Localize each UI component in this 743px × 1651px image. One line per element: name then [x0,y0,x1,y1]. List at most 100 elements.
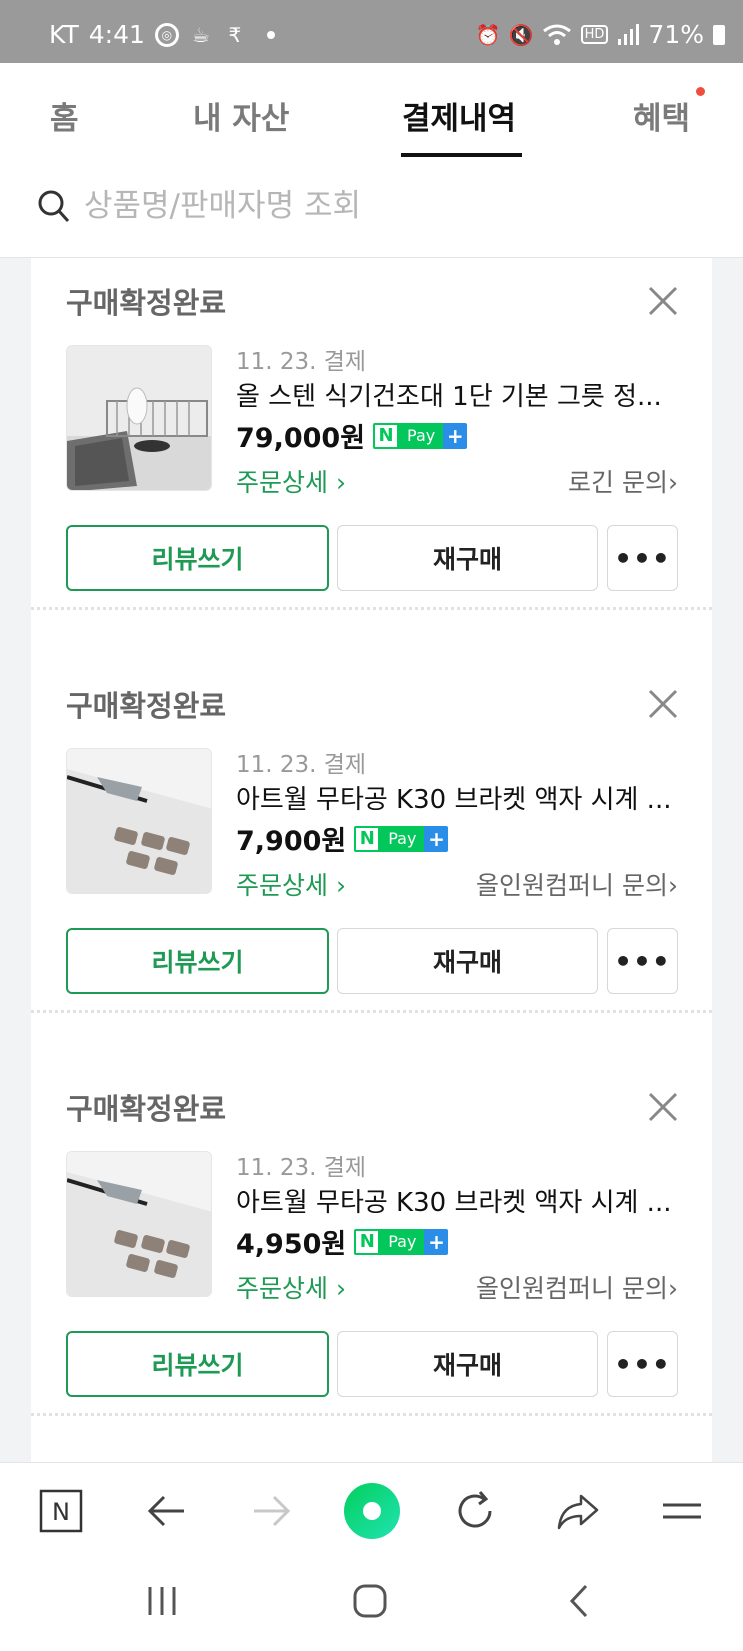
search-input[interactable] [84,182,684,230]
npay-label: Pay [399,422,444,449]
chevron-right-icon: › [335,1274,346,1303]
more-options-button[interactable]: ••• [607,928,678,994]
order-status: 구매확정완료 [66,1092,227,1126]
product-title[interactable]: 아트월 무타공 K30 브라켓 액자 시계 ... [236,779,676,816]
product-title[interactable]: 아트월 무타공 K30 브라켓 액자 시계 ... [236,1182,676,1219]
order-detail-link[interactable]: 주문상세 › [236,1269,346,1305]
price-line: 4,950원 N Pay + [236,1222,449,1261]
product-image-bracket[interactable] [66,1151,212,1297]
active-tab-indicator [401,153,522,157]
chevron-right-icon: › [335,468,346,497]
chevron-right-icon: › [335,871,346,900]
top-tab-bar: 홈 내 자산 결제내역 혜택 [0,63,743,158]
write-review-button[interactable]: 리뷰쓰기 [66,525,329,591]
notification-dot-icon [266,30,275,39]
svg-text:N: N [52,1498,70,1526]
order-card: 구매확정완료 11. 23. 결제 올 스텐 식기건조대 1단 기본 그릇 정.… [31,258,712,660]
share-icon[interactable] [555,1488,601,1534]
back-arrow-icon[interactable] [144,1488,190,1534]
order-date: 11. 23. 결제 [236,752,367,778]
alarm-icon: ⏰ [475,22,501,47]
product-price: 7,900원 [236,826,347,857]
order-detail-link[interactable]: 주문상세 › [236,866,346,902]
product-image-dish-rack[interactable] [66,345,212,491]
product-price: 79,000원 [236,423,366,454]
seller-inquiry-link[interactable]: 올인원컴퍼니 문의› [476,1269,678,1305]
product-title[interactable]: 올 스텐 식기건조대 1단 기본 그릇 정... [236,376,676,413]
product-price: 4,950원 [236,1229,347,1260]
rebuy-button[interactable]: 재구매 [337,525,598,591]
system-navigation-bar [0,1557,743,1651]
battery-icon [713,24,725,45]
signal-icon [618,23,640,45]
compass-icon: ◎ [154,22,179,47]
cup-icon: ☕ [191,22,210,47]
order-list: 구매확정완료 11. 23. 결제 올 스텐 식기건조대 1단 기본 그릇 정.… [31,258,712,1462]
browser-toolbar: N [0,1462,743,1557]
npay-plus-icon: + [443,422,468,449]
close-icon[interactable] [648,689,678,719]
npay-plus-badge: N Pay + [354,825,449,852]
close-icon[interactable] [648,286,678,316]
chevron-right-icon: › [668,871,678,900]
npay-n-logo: N [373,422,400,449]
npay-plus-badge: N Pay + [373,422,468,449]
npay-plus-icon: + [424,1228,449,1255]
close-icon[interactable] [648,1092,678,1122]
mute-icon: 🔇 [508,22,534,47]
more-options-button[interactable]: ••• [607,1331,678,1397]
tab-benefits[interactable]: 혜택 [633,93,690,138]
forward-arrow-icon[interactable] [248,1488,294,1534]
tab-payment-history[interactable]: 결제내역 [402,93,516,138]
npay-n-logo: N [354,1228,381,1255]
menu-icon[interactable] [659,1488,705,1534]
battery-percent: 71% [648,20,704,49]
more-options-button[interactable]: ••• [607,525,678,591]
carrier-label: KT [49,20,79,49]
benefits-badge-dot [696,87,705,96]
order-detail-link[interactable]: 주문상세 › [236,463,346,499]
back-icon[interactable] [560,1581,600,1621]
wifi-icon [542,24,571,45]
order-detail-label: 주문상세 [236,1274,329,1303]
divider [31,1010,712,1013]
order-status: 구매확정완료 [66,689,227,723]
order-detail-label: 주문상세 [236,468,329,497]
rebuy-button[interactable]: 재구매 [337,1331,598,1397]
hd-icon: HD [580,25,609,44]
order-date: 11. 23. 결제 [236,1155,367,1181]
seller-inquiry-label: 올인원컴퍼니 문의 [476,871,668,900]
rebuy-button[interactable]: 재구매 [337,928,598,994]
tab-home[interactable]: 홈 [50,93,79,138]
order-card: 구매확정완료 11. 23. 결제 아트월 무타공 K30 브라켓 액자 시계 … [31,1064,712,1462]
search-icon [38,190,70,223]
write-review-button[interactable]: 리뷰쓰기 [66,1331,329,1397]
product-image-bracket[interactable] [66,748,212,894]
refresh-icon[interactable] [452,1488,498,1534]
price-line: 79,000원 N Pay + [236,416,468,455]
home-icon[interactable] [350,1581,390,1621]
chevron-right-icon: › [668,468,678,497]
seller-inquiry-label: 올인원컴퍼니 문의 [476,1274,668,1303]
naver-home-icon[interactable]: N [38,1488,84,1534]
npay-plus-icon: + [424,825,449,852]
tab-my-assets[interactable]: 내 자산 [193,93,289,138]
npay-label: Pay [380,825,425,852]
seller-inquiry-label: 로긴 문의 [568,468,668,497]
divider [31,1413,712,1416]
recent-apps-icon[interactable] [142,1581,182,1621]
chevron-right-icon: › [668,1274,678,1303]
write-review-button[interactable]: 리뷰쓰기 [66,928,329,994]
status-bar: KT 4:41 ◎ ☕ ₹ ⏰ 🔇 HD 71% [0,0,743,63]
seller-inquiry-link[interactable]: 로긴 문의› [568,463,678,499]
clock: 4:41 [88,20,145,49]
order-status: 구매확정완료 [66,286,227,320]
price-line: 7,900원 N Pay + [236,819,449,858]
divider [31,607,712,610]
search-bar [0,158,743,258]
naver-green-dot-icon[interactable] [342,1481,402,1541]
order-card: 구매확정완료 11. 23. 결제 아트월 무타공 K30 브라켓 액자 시계 … [31,661,712,1063]
order-date: 11. 23. 결제 [236,349,367,375]
seller-inquiry-link[interactable]: 올인원컴퍼니 문의› [476,866,678,902]
npay-plus-badge: N Pay + [354,1228,449,1255]
